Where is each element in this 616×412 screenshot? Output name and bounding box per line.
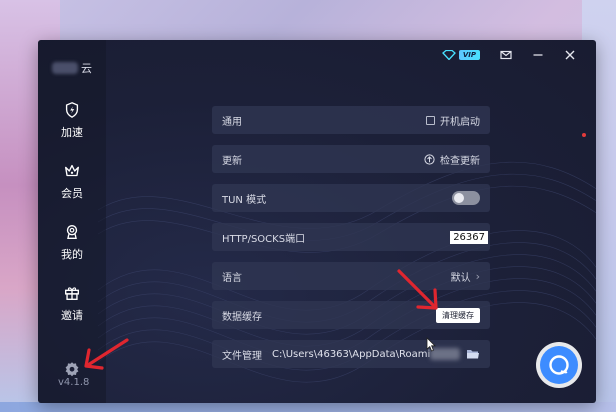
- close-icon[interactable]: [564, 49, 576, 61]
- autostart-checkbox[interactable]: [426, 115, 435, 125]
- mail-icon[interactable]: [500, 49, 512, 61]
- autostart-label: 开机启动: [440, 116, 480, 128]
- settings-row-update: 更新 检查更新: [212, 145, 490, 173]
- sidebar-item-profile[interactable]: 我的: [38, 223, 106, 262]
- sidebar-item-label: 邀请: [61, 309, 83, 322]
- notification-dot: [582, 133, 586, 137]
- row-label: HTTP/SOCKS端口: [222, 233, 306, 245]
- diamond-icon: [441, 50, 456, 60]
- desktop-wallpaper-bottom: [0, 402, 616, 412]
- chevron-right-icon: ›: [475, 269, 480, 283]
- minimize-icon[interactable]: [532, 49, 544, 61]
- sidebar-item-invite[interactable]: 邀请: [38, 284, 106, 323]
- check-update-label: 检查更新: [440, 155, 480, 167]
- row-label: 数据缓存: [222, 311, 262, 323]
- data-path-text: C:\Users\46363\AppData\Roaming: [272, 348, 430, 360]
- row-label: 通用: [222, 116, 242, 128]
- support-chat-button[interactable]: [540, 346, 578, 384]
- folder-open-icon[interactable]: [466, 348, 480, 360]
- shield-bolt-icon: [65, 102, 79, 118]
- row-label: TUN 模式: [222, 194, 267, 206]
- settings-row-general: 通用 开机启动: [212, 106, 490, 134]
- settings-row-port: HTTP/SOCKS端口 26367: [212, 223, 490, 251]
- user-badge-icon: [66, 225, 78, 239]
- row-label: 更新: [222, 155, 242, 167]
- sidebar-item-label: 我的: [61, 248, 83, 261]
- mouse-cursor-icon: [426, 337, 436, 352]
- chat-bubble-icon: [549, 355, 569, 375]
- brand-suffix: 云: [81, 62, 92, 75]
- crown-icon: [65, 164, 79, 177]
- app-window: 云 加速 会员 我的 邀请 v4.1.8 VIP 通用 开机启动 更新 检查更新…: [38, 40, 596, 403]
- sidebar-item-accelerate[interactable]: 加速: [38, 101, 106, 140]
- title-bar: VIP: [441, 40, 596, 70]
- vip-label: VIP: [458, 50, 480, 60]
- autostart-option[interactable]: 开机启动: [426, 113, 480, 128]
- sidebar: 云 加速 会员 我的 邀请 v4.1.8: [38, 40, 106, 403]
- check-update-button[interactable]: 检查更新: [424, 152, 480, 167]
- sidebar-item-label: 加速: [61, 126, 83, 139]
- settings-row-language[interactable]: 语言 默认 ›: [212, 262, 490, 290]
- sidebar-item-label: 会员: [61, 187, 83, 200]
- settings-row-files: 文件管理 C:\Users\46363\AppData\Roaming: [212, 340, 490, 368]
- port-input[interactable]: 26367: [450, 230, 488, 244]
- language-select[interactable]: 默认 ›: [451, 269, 480, 284]
- language-value: 默认: [450, 272, 471, 284]
- toggle-knob: [454, 193, 464, 203]
- version-label: v4.1.8: [58, 377, 90, 388]
- vip-badge[interactable]: VIP: [441, 50, 480, 60]
- row-label: 语言: [222, 272, 242, 284]
- brand-name-redacted: [52, 62, 78, 74]
- settings-gear-icon[interactable]: [64, 361, 80, 377]
- sidebar-item-membership[interactable]: 会员: [38, 162, 106, 201]
- settings-row-tun: TUN 模式: [212, 184, 490, 212]
- settings-row-cache: 数据缓存 清理缓存: [212, 301, 490, 329]
- row-label: 文件管理: [222, 350, 262, 362]
- tun-mode-toggle[interactable]: [452, 191, 480, 205]
- upload-circle-icon: [424, 153, 435, 165]
- clear-cache-button[interactable]: 清理缓存: [436, 307, 480, 323]
- app-brand: 云: [52, 60, 96, 76]
- gift-icon: [65, 287, 79, 300]
- tun-toggle-wrapper: [452, 191, 480, 205]
